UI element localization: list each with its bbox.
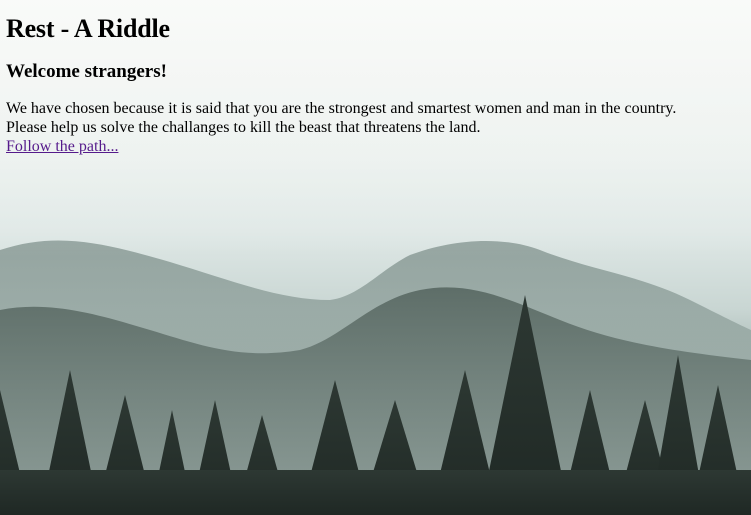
intro-paragraph: We have chosen because it is said that y…: [6, 99, 745, 137]
follow-path-link[interactable]: Follow the path...: [6, 137, 118, 156]
intro-line-1: We have chosen because it is said that y…: [6, 100, 677, 117]
intro-line-2: Please help us solve the challanges to k…: [6, 119, 481, 136]
welcome-heading: Welcome strangers!: [6, 61, 167, 82]
page-title: Rest - A Riddle: [6, 14, 170, 43]
page-content: Rest - A Riddle Welcome strangers! We ha…: [0, 0, 751, 156]
